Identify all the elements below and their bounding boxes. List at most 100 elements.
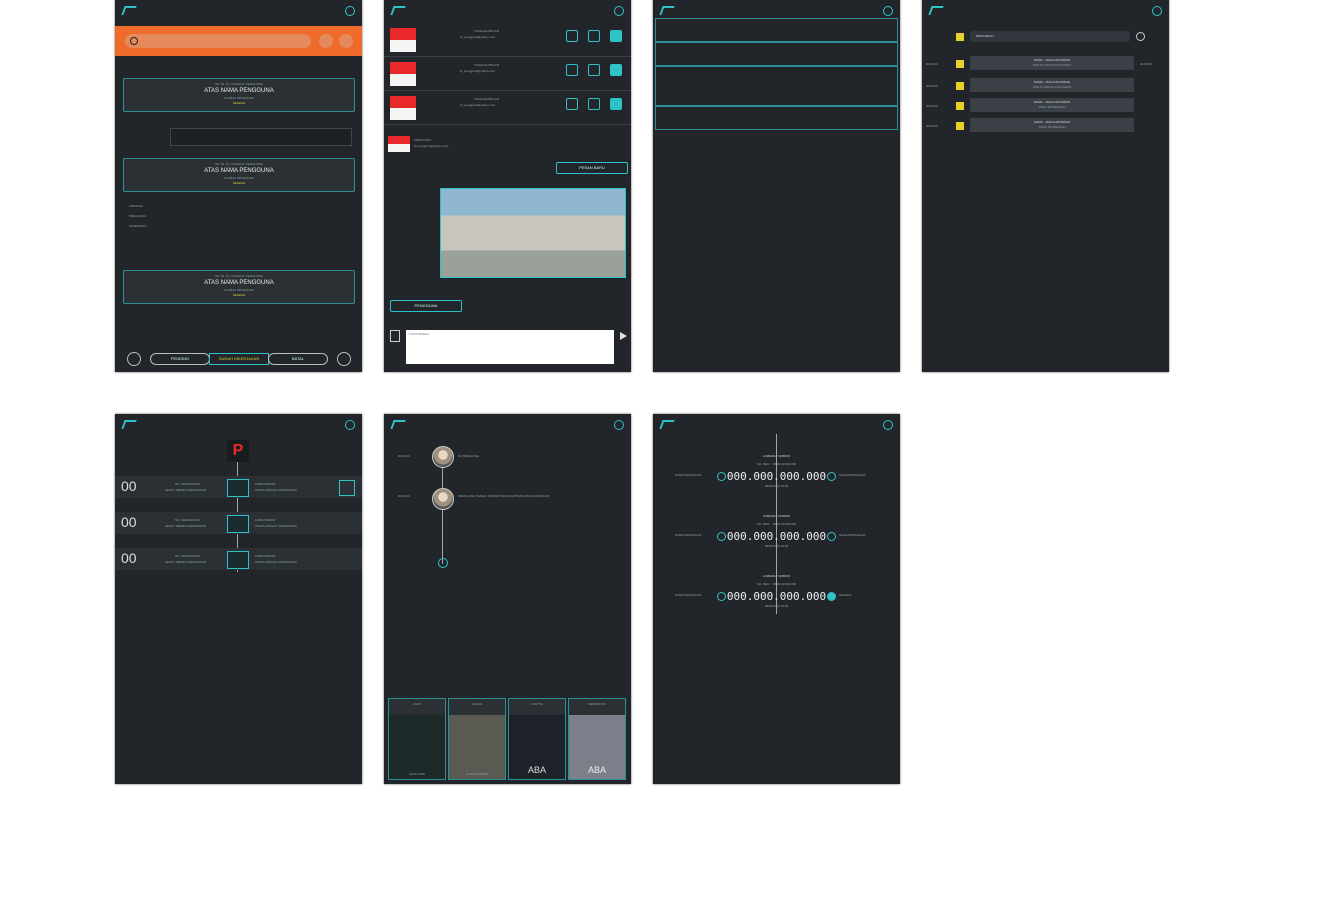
radio-right[interactable] — [827, 532, 836, 541]
app-logo-icon — [121, 6, 137, 15]
radio-left[interactable] — [717, 472, 726, 481]
search-input[interactable] — [125, 34, 311, 48]
message-input[interactable]: TULIS PESAN... — [406, 330, 614, 364]
transaction-reg: NO. REG. : 00.00.00.000.000 — [756, 522, 797, 526]
message-list-item[interactable]: TANGGAL/BULAN id_pengguna@yahoo.com — [384, 24, 631, 57]
share-icon[interactable] — [339, 480, 355, 496]
message-list-item[interactable]: TANGGAL/BULAN id_pengguna@yahoo.com — [384, 92, 631, 125]
vehicle-row[interactable] — [655, 18, 898, 42]
chat-icon[interactable] — [566, 64, 578, 76]
chat-icon[interactable] — [566, 98, 578, 110]
chat-image[interactable] — [440, 188, 626, 278]
search-icon — [130, 37, 138, 45]
radio-left[interactable] — [717, 532, 726, 541]
settings-icon[interactable] — [883, 420, 893, 430]
transaction-reg: NO. REG. : 00.00.00.000.000 — [756, 462, 797, 466]
table-row: ORIGINAL — [129, 204, 144, 208]
timeline-end-icon[interactable] — [438, 558, 448, 568]
hero-card[interactable]: ZACK ZACK FAIR — [388, 698, 446, 780]
gear-icon[interactable] — [588, 64, 600, 76]
search-icon[interactable] — [1136, 32, 1145, 41]
message-email: id_pengguna@yahoo.com — [460, 35, 496, 39]
screen-parking: P 00 NO. KENDARAAN JENIS / MEREK KENDARA… — [115, 414, 362, 784]
menu-button[interactable] — [339, 34, 353, 48]
flag-icon — [388, 136, 410, 152]
tab-pending[interactable]: PENDING — [150, 353, 210, 365]
settings-icon[interactable] — [614, 420, 624, 430]
vehicle-row[interactable] — [655, 106, 898, 130]
message-list-item[interactable]: TANGGAL/BULAN id_pengguna@yahoo.com — [384, 58, 631, 91]
employee-sub: TIDAK DITEMUKAN — [1038, 125, 1066, 129]
order-card[interactable]: NO. ID. PL. TANGGAL PENGGUNA ATAS NAMA P… — [123, 158, 355, 192]
user-icon[interactable] — [610, 30, 622, 42]
screen-employee-list: PENCARIAN 00.00.00 NAMA - JASA KARYAWAN … — [922, 0, 1169, 372]
user-icon[interactable] — [610, 98, 622, 110]
app-logo-icon — [121, 420, 137, 429]
vehicle-id: NO. KENDARAAN — [175, 518, 200, 522]
gear-icon[interactable] — [588, 98, 600, 110]
check-icon[interactable] — [827, 592, 836, 601]
chat-header-email: id.pengguna@yahoo.com — [414, 144, 449, 148]
chat-icon[interactable] — [566, 30, 578, 42]
employee-row[interactable]: 00.00.00 NAMA - JASA KARYAWAN WAKTU KERJ… — [922, 78, 1169, 94]
transaction-title: CABANG / NOMOR — [763, 514, 790, 518]
hero-name: SEPHIROTH — [588, 702, 606, 706]
refresh-icon[interactable] — [337, 352, 351, 366]
transaction-date: 00/00/0000 00:00 — [764, 544, 789, 548]
tab-cancel[interactable]: BATAL — [268, 353, 328, 365]
employee-card: NAMA - JASA KARYAWAN TIDAK DITEMUKAN — [970, 118, 1134, 132]
parking-row[interactable]: 00 NO. KENDARAAN JENIS / MEREK KENDARAAN… — [115, 548, 362, 570]
tab-done[interactable]: SUDAH DIKERJAKAN — [209, 353, 269, 365]
hero-name: CLOUD — [471, 702, 483, 706]
filter-button[interactable] — [319, 34, 333, 48]
employee-card: NAMA - JASA KARYAWAN TIDAK DITEMUKAN — [970, 98, 1134, 112]
settings-icon[interactable] — [614, 6, 624, 16]
hero-name: ZACK — [412, 702, 421, 706]
send-icon[interactable] — [620, 332, 627, 340]
close-icon[interactable] — [1152, 6, 1162, 16]
radio-left[interactable] — [717, 592, 726, 601]
table-row: PENGGUNA — [129, 214, 147, 218]
employee-row[interactable]: 00.00.00 NAMA - JASA KARYAWAN TIDAK DITE… — [922, 98, 1169, 114]
flag-icon — [390, 96, 416, 120]
chat-bubble-right: PESAN BARU — [556, 162, 628, 174]
parking-code: KODE PARKIR — [255, 482, 276, 486]
transaction-reg: NO. REG. : 00.00.00.000.000 — [756, 582, 797, 586]
slot-number: 00 — [121, 514, 137, 530]
employee-row[interactable]: 00.00.00 NAMA - JASA KARYAWAN TIDAK DITE… — [922, 118, 1169, 134]
flag-icon — [390, 62, 416, 86]
hero-sub: ZACK FAIR — [409, 772, 425, 776]
transaction-block[interactable]: CABANG / NOMOR NO. REG. : 00.00.00.000.0… — [653, 514, 900, 558]
search-icon[interactable] — [127, 352, 141, 366]
transaction-block[interactable]: CABANG / NOMOR NO. REG. : 00.00.00.000.0… — [653, 454, 900, 498]
attach-icon[interactable] — [390, 330, 400, 342]
order-card[interactable]: NO. ID. PL. TANGGAL PENGGUNA ATAS NAMA P… — [123, 78, 355, 112]
settings-icon[interactable] — [883, 6, 893, 16]
parking-row[interactable]: 00 NO. KENDARAAN JENIS / MEREK KENDARAAN… — [115, 476, 362, 498]
vehicle-row[interactable] — [655, 42, 898, 66]
app-logo-icon — [390, 420, 406, 429]
hero-card[interactable]: NOCTIS ABA — [508, 698, 566, 780]
employee-name: NAMA - JASA KARYAWAN — [1033, 120, 1070, 124]
employee-card: NAMA - JASA KARYAWAN WAKTU KERJA KARYAWA… — [970, 78, 1134, 92]
employee-sub: TIDAK DITEMUKAN — [1038, 105, 1066, 109]
transaction-block[interactable]: CABANG / NOMOR NO. REG. : 00.00.00.000.0… — [653, 574, 900, 618]
parking-row[interactable]: 00 NO. KENDARAAN JENIS / MEREK KENDARAAN… — [115, 512, 362, 534]
trophy-icon — [956, 82, 964, 90]
employee-row[interactable]: 00.00.00 NAMA - JASA KARYAWAN WAKTU KERJ… — [922, 56, 1169, 72]
order-card[interactable]: NO. ID. PL. TANGGAL PENGGUNA ATAS NAMA P… — [123, 270, 355, 304]
search-input[interactable]: PENCARIAN — [970, 31, 1130, 42]
settings-icon[interactable] — [345, 420, 355, 430]
gear-icon[interactable] — [588, 30, 600, 42]
hero-card[interactable]: SEPHIROTH ABA — [568, 698, 626, 780]
search-bar — [115, 26, 362, 56]
user-icon[interactable] — [610, 64, 622, 76]
screen-chat: TANGGAL/BULAN id_pengguna@yahoo.com TANG… — [384, 0, 631, 372]
car-icon — [227, 515, 249, 533]
vehicle-type: JENIS / MEREK KENDARAAN — [165, 488, 207, 492]
radio-right[interactable] — [827, 472, 836, 481]
car-icon — [227, 479, 249, 497]
hero-card[interactable]: CLOUD CLOUD STRIFE — [448, 698, 506, 780]
vehicle-type: JENIS / MEREK KENDARAAN — [165, 524, 207, 528]
close-icon[interactable] — [345, 6, 355, 16]
